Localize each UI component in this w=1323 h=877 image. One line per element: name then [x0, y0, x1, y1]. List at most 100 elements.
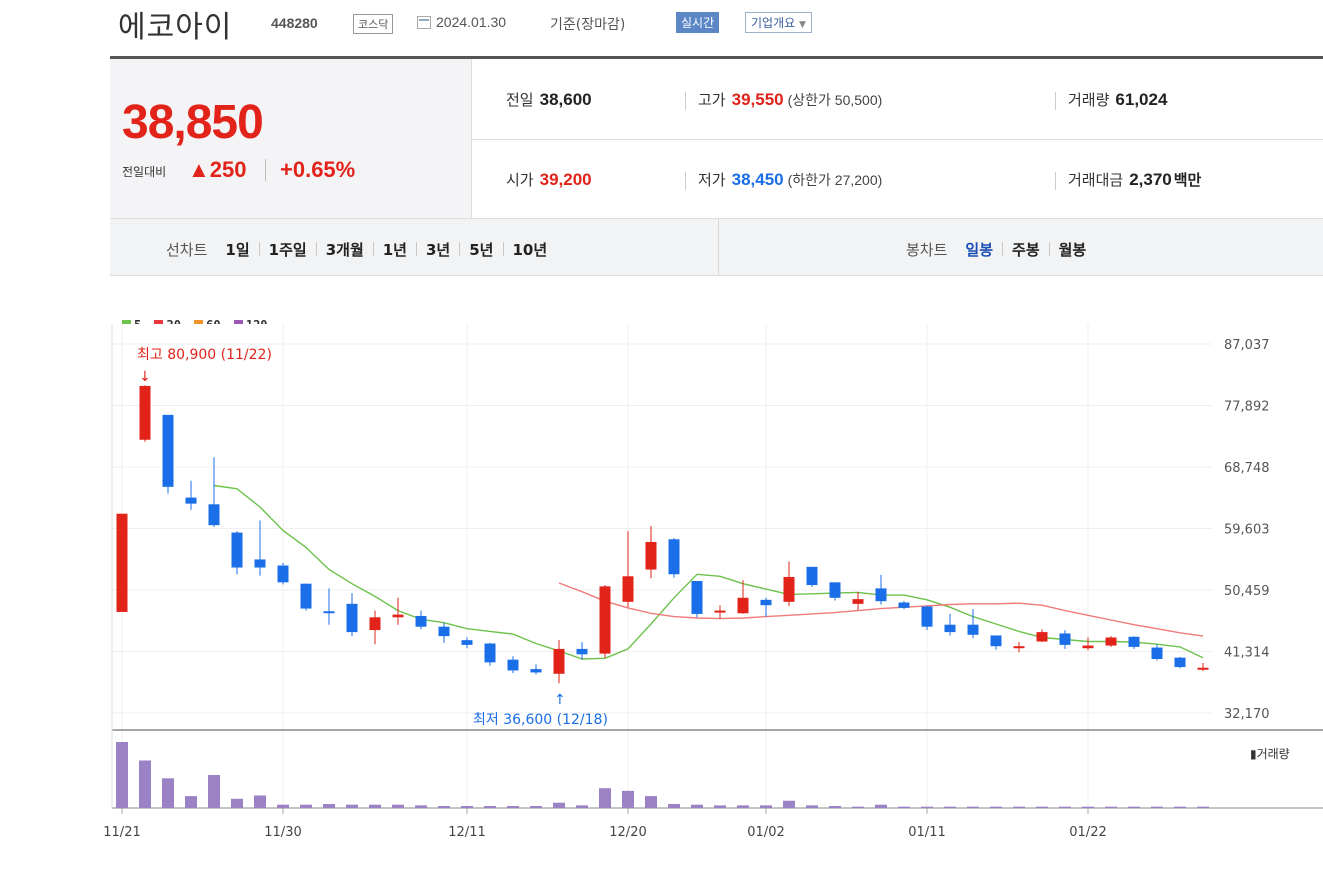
candle-body — [507, 659, 519, 671]
row-divider — [472, 139, 1323, 140]
divider — [685, 172, 686, 190]
candle-body — [323, 611, 335, 614]
candle-daily[interactable]: 일봉 — [965, 241, 993, 259]
volume-bar — [254, 795, 266, 808]
candle-body — [691, 580, 703, 614]
volume-bar — [967, 806, 979, 808]
day-low: 저가 38,450 (하한가 27,200) — [698, 169, 882, 190]
candle-body — [346, 603, 358, 633]
volume-bar — [921, 806, 933, 808]
y-tick-label: 41,314 — [1224, 646, 1270, 661]
candle-body — [967, 624, 979, 635]
volume-bar — [1151, 806, 1163, 808]
volume-bar — [231, 798, 243, 808]
volume-bar — [1128, 806, 1140, 808]
y-tick-label: 50,459 — [1224, 584, 1270, 599]
volume-bar — [576, 805, 588, 808]
volume-bar — [415, 805, 427, 808]
candle-body — [116, 513, 128, 612]
volume-bar — [691, 804, 703, 808]
volume-bar — [438, 806, 450, 808]
y-tick-label: 87,037 — [1224, 338, 1270, 353]
volume-bar — [116, 742, 128, 808]
candle-body — [553, 648, 565, 674]
x-tick-label: 01/22 — [1069, 825, 1106, 840]
period-3y[interactable]: 3년 — [426, 241, 450, 259]
candle-body — [599, 586, 611, 654]
candle-body — [254, 559, 266, 568]
min-annotation: 최저 36,600 (12/18) — [473, 712, 608, 728]
period-10y[interactable]: 10년 — [513, 241, 548, 259]
amount-unit: 백만 — [1173, 171, 1202, 189]
candle-body — [783, 576, 795, 602]
candle-body — [369, 617, 381, 631]
candle-body — [1128, 636, 1140, 647]
candle-body — [231, 532, 243, 568]
y-tick-label: 68,748 — [1224, 461, 1270, 476]
candle-body — [852, 599, 864, 604]
candle-body — [990, 635, 1002, 647]
stock-code: 448280 — [271, 15, 318, 31]
y-tick-label: 32,170 — [1224, 707, 1270, 722]
period-1y[interactable]: 1년 — [383, 241, 407, 259]
candle-body — [829, 582, 841, 598]
volume-bar — [990, 806, 1002, 808]
period-divider — [718, 219, 719, 275]
volume-value: 61,024 — [1115, 90, 1168, 109]
candle-body — [714, 610, 726, 613]
calendar-icon — [417, 16, 431, 29]
period-5y[interactable]: 5년 — [469, 241, 493, 259]
candle-body — [645, 541, 657, 570]
realtime-button[interactable]: 실시간 — [676, 12, 720, 33]
volume-bar — [208, 775, 220, 808]
min-arrow: ↑ — [554, 692, 566, 708]
open-price: 시가 39,200 — [506, 169, 592, 190]
stock-header: 에코아이 448280 코스닥 2024.01.30 기준(장마감) 실시간 기… — [118, 0, 1318, 50]
volume-bar — [530, 806, 542, 808]
volume-label: 거래량 — [1068, 91, 1110, 109]
candlestick-svg: 87,037 77,892 68,748 59,603 50,459 41,314 32,1… — [103, 324, 1323, 840]
volume-bar — [1059, 806, 1071, 808]
volume-bar — [668, 804, 680, 808]
candle-body — [530, 669, 542, 673]
volume-bar — [1105, 806, 1117, 808]
amount-value: 2,370 — [1129, 170, 1172, 189]
candle-body — [185, 497, 197, 504]
quote-date: 2024.01.30 — [436, 14, 507, 30]
candle-monthly[interactable]: 월봉 — [1059, 241, 1087, 259]
day-low-label: 저가 — [698, 171, 726, 189]
volume-bar — [277, 804, 289, 808]
volume-bar — [852, 806, 864, 808]
y-tick-label: 59,603 — [1224, 523, 1270, 538]
candle-body — [208, 504, 220, 526]
prev-close-label: 전일 — [506, 91, 534, 109]
volume-legend-label: ▮거래량 — [1250, 747, 1290, 761]
volume-bar — [1036, 806, 1048, 808]
company-info-dropdown[interactable]: 기업개요 ▼ — [745, 12, 812, 33]
period-3m[interactable]: 3개월 — [326, 241, 364, 259]
candle-body — [1174, 657, 1186, 668]
price-chart: 5 20 60 120 87,03777,89268,74859,60350,4… — [0, 300, 1323, 860]
max-annotation: 최고 80,900 (11/22) — [137, 347, 272, 363]
candle-body — [461, 640, 473, 645]
line-chart-group: 선차트 1일 1주일 3개월 1년 3년 5년 10년 — [166, 239, 547, 260]
candle-body — [392, 614, 404, 618]
volume-bar — [806, 805, 818, 808]
change-divider — [265, 159, 266, 181]
candle-body — [806, 566, 818, 586]
period-1w[interactable]: 1주일 — [269, 241, 307, 259]
x-tick-label: 12/11 — [448, 825, 485, 840]
open-value: 39,200 — [539, 170, 592, 189]
volume-bar — [323, 804, 335, 808]
chart-period-bar: 선차트 1일 1주일 3개월 1년 3년 5년 10년 봉차트 일봉 주봉 월봉 — [110, 218, 1323, 276]
volume-bar — [737, 805, 749, 808]
company-info-label: 기업개요 — [751, 16, 796, 30]
volume-bar — [783, 800, 795, 808]
x-tick-label: 01/02 — [747, 825, 784, 840]
candle-body — [622, 576, 634, 602]
candle-weekly[interactable]: 주봉 — [1012, 241, 1040, 259]
period-1d[interactable]: 1일 — [225, 241, 249, 259]
volume-bar — [622, 790, 634, 808]
day-high-label: 고가 — [698, 91, 726, 109]
candle-body — [1013, 646, 1025, 649]
